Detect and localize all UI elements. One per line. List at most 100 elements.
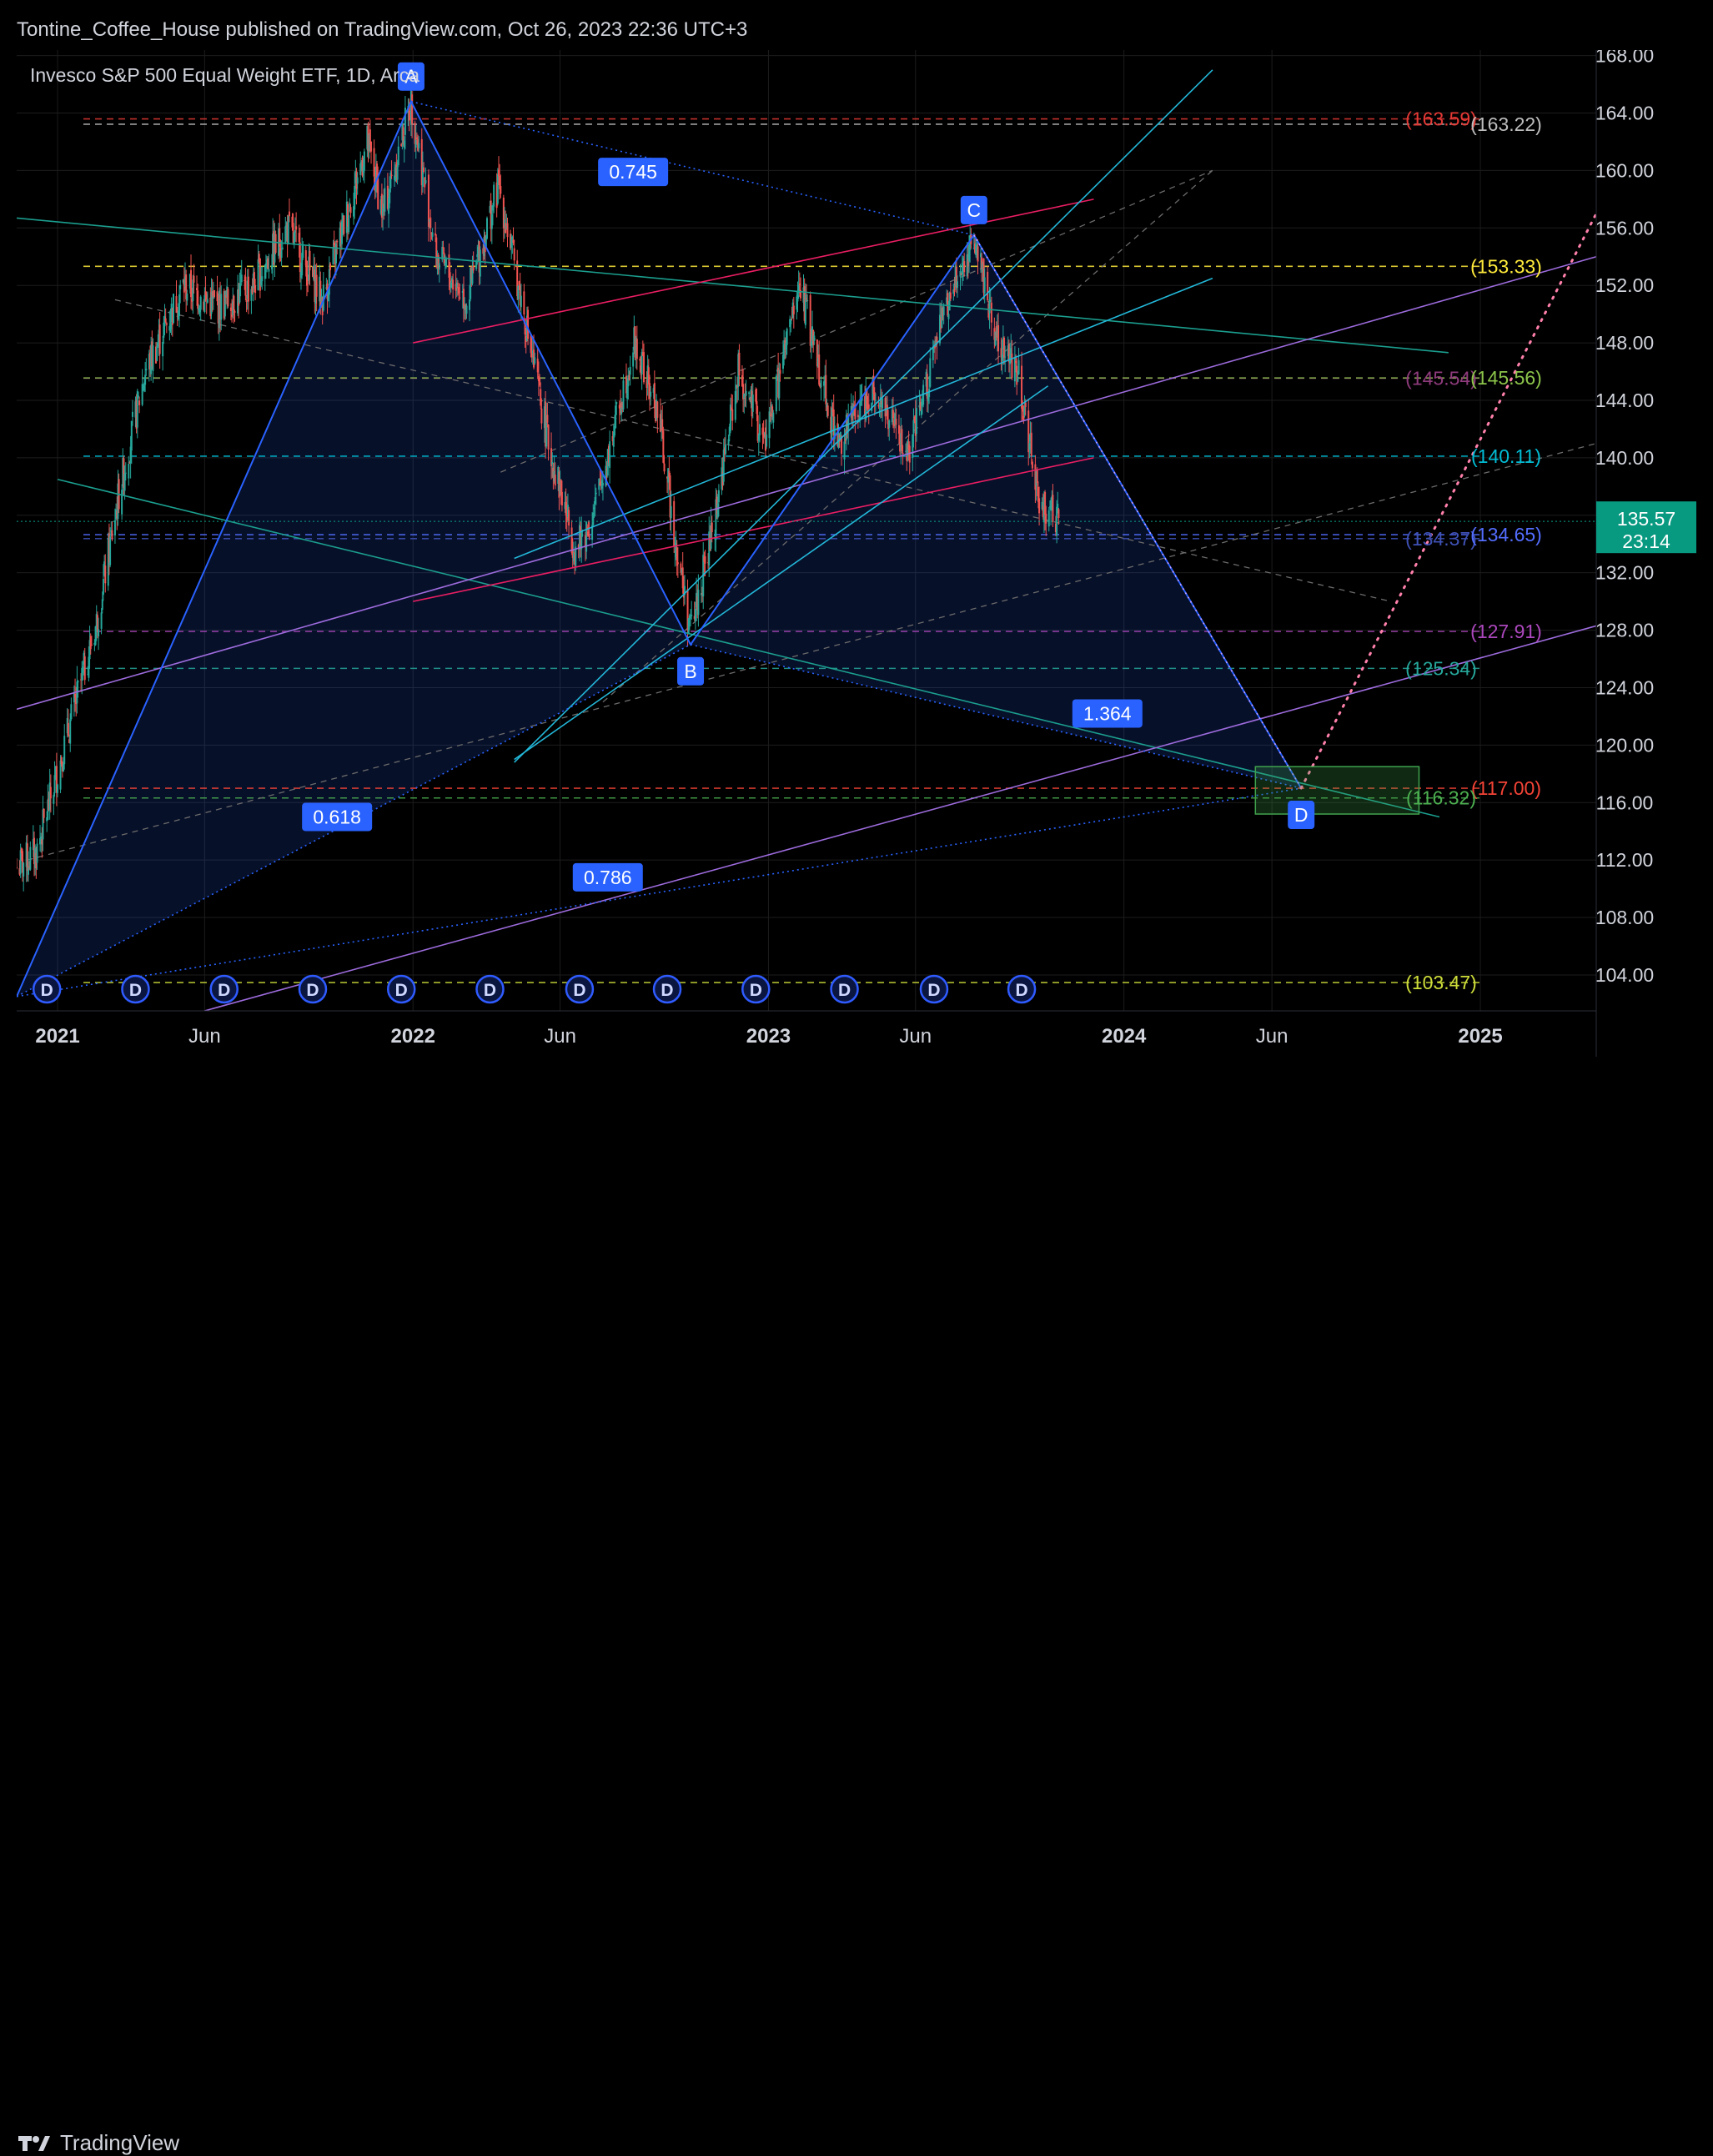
candle-body: [676, 562, 679, 565]
candle-body: [1017, 376, 1019, 382]
candle-body: [888, 420, 891, 428]
dividend-marker-label: D: [927, 981, 940, 1000]
candle-body: [109, 536, 112, 565]
candle-body: [233, 295, 235, 311]
candle-body: [1004, 356, 1007, 358]
candle-body: [987, 271, 989, 300]
candle-body: [70, 704, 73, 720]
candle-body: [336, 241, 339, 243]
candle-body: [220, 294, 223, 320]
price-tick-label: 164.00: [1595, 103, 1654, 124]
candle-body: [956, 281, 958, 288]
dividend-marker-label: D: [573, 981, 585, 1000]
price-tick-label: 148.00: [1595, 332, 1654, 354]
candle-body: [560, 491, 563, 505]
candle-body: [540, 408, 543, 424]
candle-body: [156, 346, 158, 361]
candle-body: [601, 482, 604, 486]
candle-body: [485, 218, 488, 239]
candle-body: [349, 207, 352, 214]
candle-body: [642, 352, 645, 383]
dividend-marker-label: D: [1015, 981, 1027, 1000]
candle-body: [908, 445, 911, 463]
candle-body: [124, 472, 127, 474]
price-tick-label: 132.00: [1595, 562, 1654, 584]
candle-body: [622, 380, 625, 410]
level-label: (153.33): [1470, 255, 1542, 277]
time-tick-label: 2025: [1458, 1025, 1502, 1048]
candle-body: [36, 843, 38, 863]
target-zone-box: [1254, 766, 1420, 815]
candle-body: [390, 174, 393, 177]
price-tick-label: 108.00: [1595, 907, 1654, 928]
candle-body: [254, 285, 257, 294]
time-tick-label: 2022: [391, 1025, 435, 1048]
level-label: (134.65): [1470, 524, 1542, 545]
candle-body: [193, 275, 195, 283]
candle-body: [717, 490, 720, 503]
dividend-marker-label: D: [661, 981, 673, 1000]
candle-body: [977, 246, 979, 262]
candle-body: [1031, 461, 1033, 469]
price-chart[interactable]: (163.59)(163.22) (153.33) (145.54)(145.56)…: [0, 0, 1713, 1116]
price-tick-label: 128.00: [1595, 620, 1654, 641]
candle-body: [738, 352, 741, 375]
candle-body: [523, 291, 525, 315]
candle-body: [356, 177, 359, 184]
candle-body: [43, 808, 45, 818]
candle-body: [280, 250, 283, 259]
candle-body: [302, 244, 304, 259]
level-label: (134.37): [1405, 528, 1477, 550]
candle-body: [111, 530, 113, 540]
price-tick-label: 124.00: [1595, 676, 1654, 698]
time-tick-label: Jun: [188, 1025, 221, 1048]
candle-body: [227, 289, 229, 307]
candle-body: [867, 404, 870, 410]
point-label: C: [967, 199, 982, 221]
candle-body: [751, 395, 754, 412]
candle-body: [363, 151, 365, 171]
candle-body: [23, 862, 25, 877]
candle-body: [588, 535, 590, 538]
candle-body: [423, 167, 425, 172]
candle-body: [138, 400, 141, 405]
tradingview-brand: TradingView: [60, 2130, 180, 2155]
price-tick-label: 160.00: [1595, 159, 1654, 181]
candle-body: [929, 358, 932, 387]
price-tick-label: 140.00: [1595, 447, 1654, 469]
candle-body: [947, 314, 950, 319]
candle-body: [343, 215, 345, 234]
candle-body: [772, 412, 775, 423]
candle-body: [113, 520, 116, 535]
candle-body: [274, 234, 277, 253]
candle-body: [786, 329, 788, 345]
time-tick-label: 2024: [1102, 1025, 1147, 1048]
time-tick-label: 2021: [35, 1025, 79, 1048]
candle-body: [990, 302, 992, 323]
candle-body: [100, 612, 103, 629]
candle-body: [554, 475, 556, 486]
candle-body: [820, 380, 822, 388]
candle-body: [792, 305, 795, 314]
candle-body: [1038, 498, 1041, 514]
level-label: (163.59): [1405, 108, 1477, 130]
candle-body: [430, 217, 432, 229]
candle-body: [1057, 509, 1060, 518]
candle-body: [670, 505, 672, 519]
candle-body: [949, 292, 952, 299]
level-label: (125.34): [1405, 657, 1477, 679]
point-label: D: [1294, 804, 1309, 826]
level-label: (140.11): [1471, 445, 1541, 467]
candle-body: [806, 299, 809, 301]
tradingview-logo[interactable]: TradingView: [18, 2130, 179, 2156]
candle-body: [813, 335, 816, 341]
candle-body: [247, 276, 249, 302]
candle-body: [1017, 359, 1020, 374]
candle-body: [102, 579, 104, 596]
candle-body: [397, 146, 399, 166]
candle-body: [418, 143, 420, 148]
candle-body: [942, 306, 945, 315]
candle-body: [895, 419, 897, 425]
level-label: (145.54): [1405, 367, 1477, 389]
candle-body: [199, 296, 202, 310]
